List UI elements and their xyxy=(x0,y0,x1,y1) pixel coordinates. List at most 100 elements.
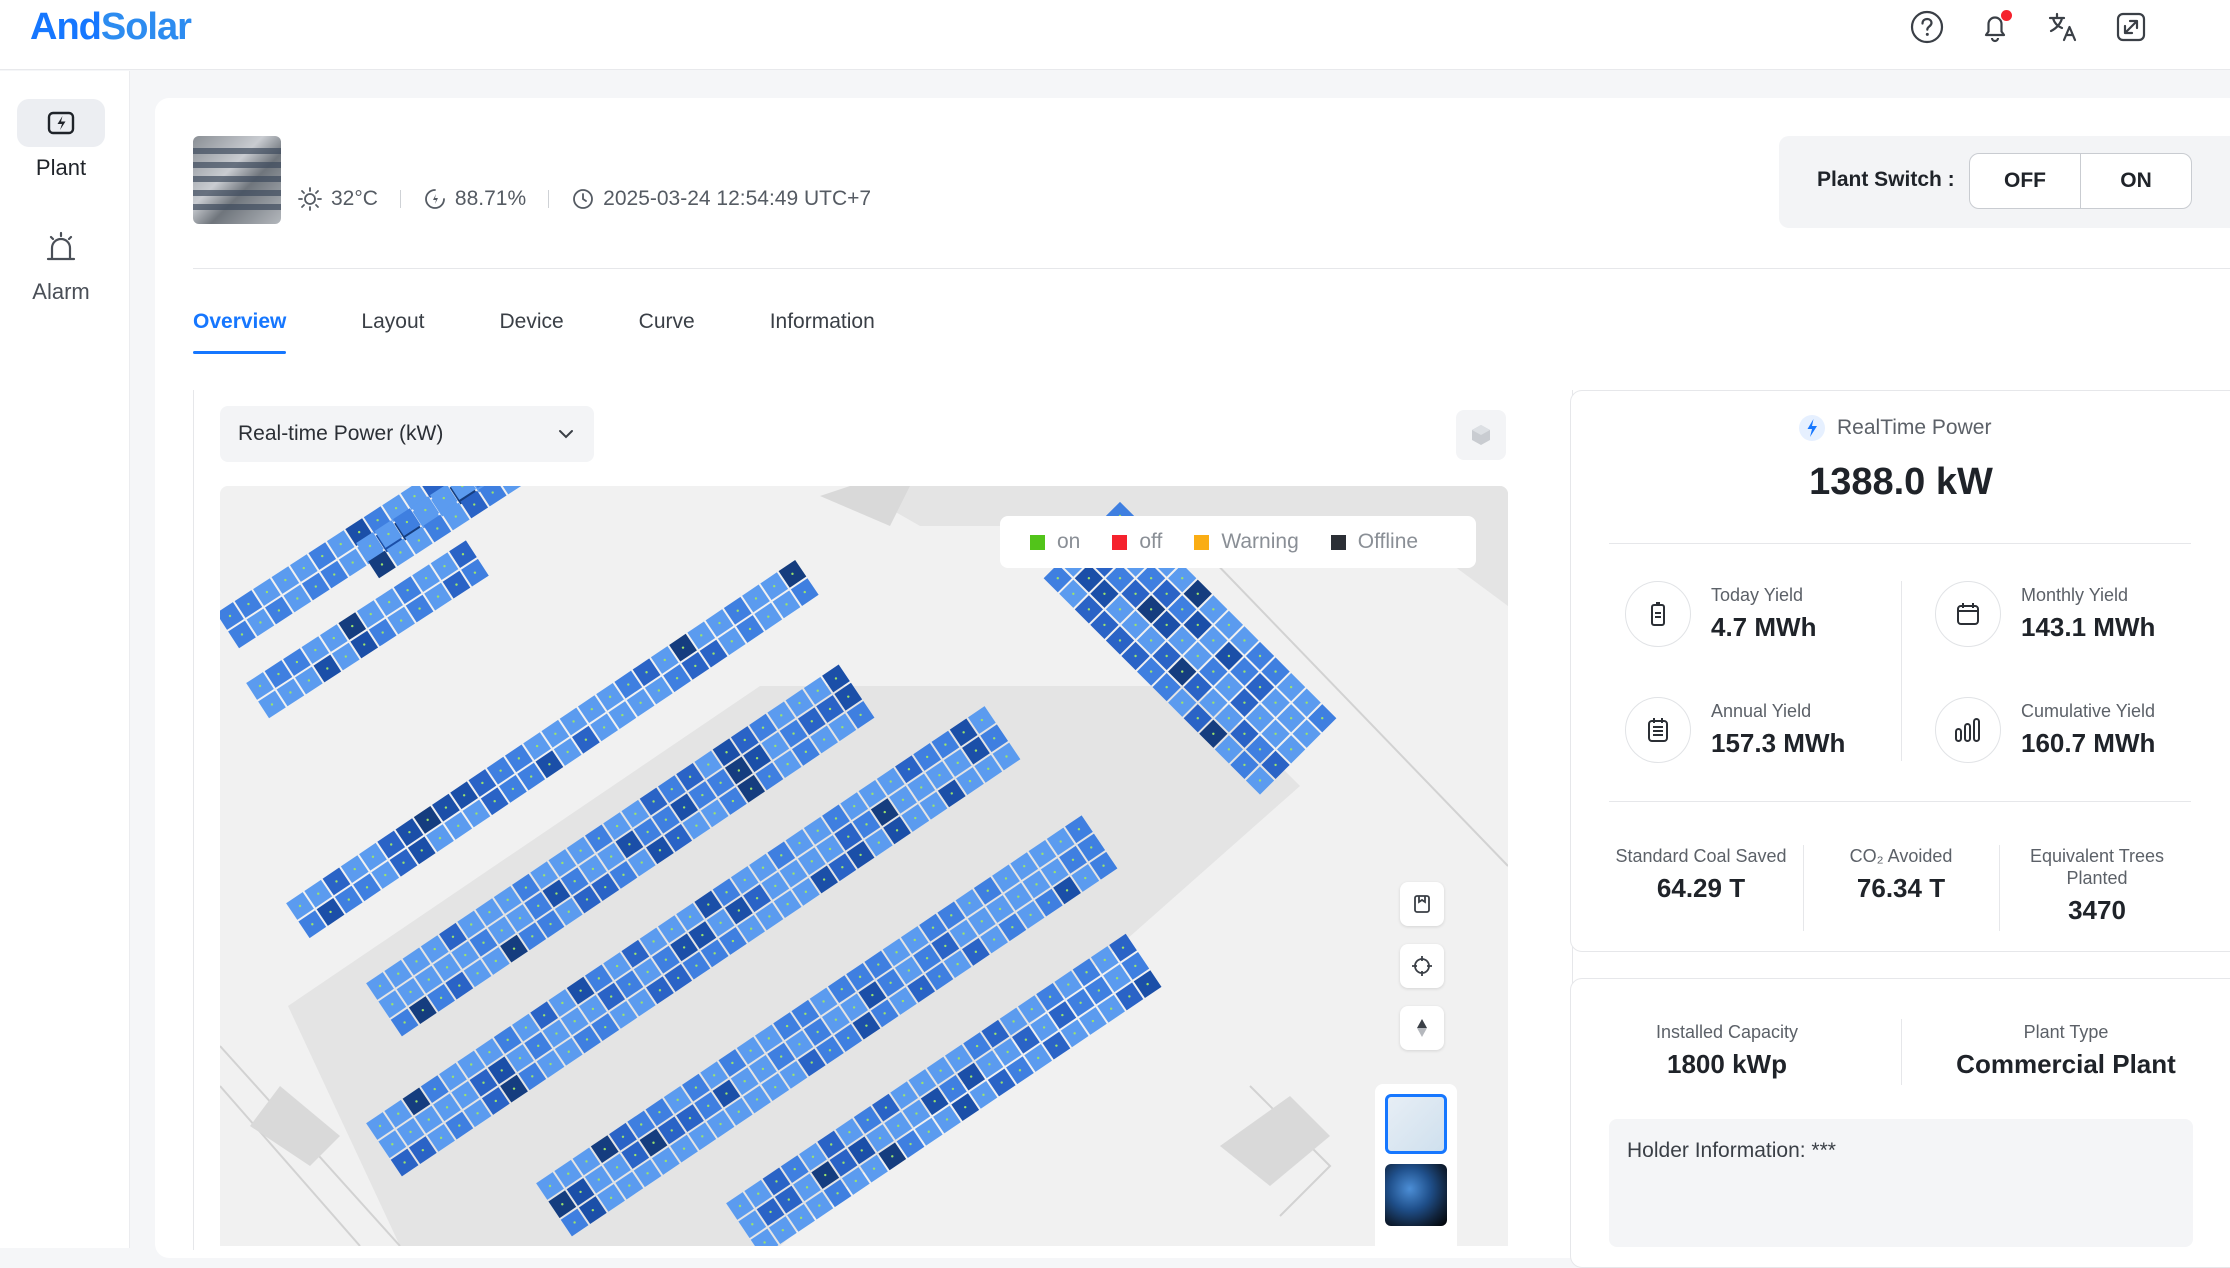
help-icon[interactable] xyxy=(1908,8,1946,46)
panel-status-dot xyxy=(788,1198,790,1200)
panel-status-dot xyxy=(1305,701,1307,703)
switch-on-button[interactable]: ON xyxy=(2080,153,2192,209)
panel-status-dot xyxy=(426,819,428,821)
panel-status-dot xyxy=(665,959,667,961)
panel-status-dot xyxy=(805,751,807,753)
sidebar-item-alarm[interactable]: Alarm xyxy=(0,223,122,305)
panel-status-dot xyxy=(782,1229,784,1231)
panel-status-dot xyxy=(634,1154,636,1156)
divider xyxy=(1901,581,1902,761)
panel-status-dot xyxy=(434,1088,436,1090)
panel-status-dot xyxy=(884,811,886,813)
panel-status-dot xyxy=(1054,871,1056,873)
panel-status-dot xyxy=(531,935,533,937)
panel-status-dot xyxy=(859,976,861,978)
panel-status-dot xyxy=(628,983,630,985)
panel-status-dot xyxy=(592,1008,594,1010)
panel-status-dot xyxy=(1110,1008,1112,1010)
tab-device[interactable]: Device xyxy=(499,310,563,354)
panel-status-dot xyxy=(938,975,940,977)
panel-status-dot xyxy=(413,495,415,497)
panel-status-dot xyxy=(871,793,873,795)
switch-off-button[interactable]: OFF xyxy=(1969,153,2081,209)
panel-status-dot xyxy=(488,911,490,913)
sidebar-item-plant[interactable]: Plant xyxy=(0,99,122,181)
bell-icon[interactable] xyxy=(1976,8,2014,46)
panel-status-dot xyxy=(981,719,983,721)
panel-status-dot xyxy=(1102,865,1104,867)
legend-swatch xyxy=(1030,535,1045,550)
panel-status-dot xyxy=(1041,853,1043,855)
panel-status-dot xyxy=(470,923,472,925)
tab-curve[interactable]: Curve xyxy=(639,310,695,354)
panel-status-dot xyxy=(780,854,782,856)
panel-status-dot xyxy=(351,561,353,563)
panel-status-dot xyxy=(994,1033,996,1035)
panel-status-dot xyxy=(543,874,545,876)
panel-status-dot xyxy=(381,631,383,633)
expand-icon[interactable] xyxy=(2112,8,2150,46)
panel-status-dot xyxy=(926,957,928,959)
panel-status-dot xyxy=(464,1094,466,1096)
panel-status-dot xyxy=(566,751,568,753)
panel-status-dot xyxy=(351,625,353,627)
tab-bar: Overview Layout Device Curve Information xyxy=(193,310,950,354)
map-compass-button[interactable] xyxy=(1400,1006,1444,1050)
panel-status-dot xyxy=(537,1045,539,1047)
panel-status-dot xyxy=(397,972,399,974)
bookmark-icon xyxy=(1411,893,1433,915)
panel-status-dot xyxy=(573,1221,575,1223)
panel-status-dot xyxy=(1259,748,1261,750)
plant-type-value: Commercial Plant xyxy=(1931,1049,2201,1080)
panel-status-dot xyxy=(707,903,709,905)
layer-map-option[interactable] xyxy=(1385,1094,1447,1154)
map-save-button[interactable] xyxy=(1400,882,1444,926)
panel-status-dot xyxy=(829,1049,831,1051)
plant-thumbnail[interactable] xyxy=(193,136,281,224)
panel-status-dot xyxy=(573,1020,575,1022)
panel-status-dot xyxy=(458,984,460,986)
panel-status-dot xyxy=(241,633,243,635)
app-logo[interactable]: AndSolar xyxy=(30,6,191,49)
panel-status-dot xyxy=(817,690,819,692)
panel-status-dot xyxy=(363,643,365,645)
panel-status-dot xyxy=(277,673,279,675)
divider xyxy=(1901,1019,1902,1085)
metric-select[interactable]: Real-time Power (kW) xyxy=(220,406,594,462)
tab-overview[interactable]: Overview xyxy=(193,310,286,354)
panel-status-dot xyxy=(800,1217,802,1219)
panel-status-dot xyxy=(750,928,752,930)
panel-status-dot xyxy=(446,966,448,968)
panel-status-dot xyxy=(1088,608,1090,610)
layer-satellite-option[interactable] xyxy=(1385,1164,1447,1226)
3d-view-button[interactable] xyxy=(1456,410,1506,460)
translate-icon[interactable] xyxy=(2044,8,2082,46)
panel-status-dot xyxy=(889,982,891,984)
plant-layout-map[interactable]: on off Warning Offline xyxy=(220,486,1508,1246)
panel-status-dot xyxy=(616,1166,618,1168)
panel-status-dot xyxy=(713,1074,715,1076)
realtime-power-title: RealTime Power xyxy=(1797,413,1991,443)
panel-status-dot xyxy=(1290,748,1292,750)
tab-layout[interactable]: Layout xyxy=(361,310,424,354)
panel-status-dot xyxy=(610,1197,612,1199)
tab-information[interactable]: Information xyxy=(770,310,875,354)
panel-status-dot xyxy=(512,788,514,790)
panel-status-dot xyxy=(944,743,946,745)
panel-status-dot xyxy=(646,831,648,833)
panel-status-dot xyxy=(572,720,574,722)
panel-status-dot xyxy=(1119,577,1121,579)
panel-status-dot xyxy=(271,703,273,705)
panel-status-dot xyxy=(932,926,934,928)
panel-status-dot xyxy=(415,1100,417,1102)
panel-status-dot xyxy=(519,1057,521,1059)
panel-status-dot xyxy=(847,695,849,697)
panel-status-dot xyxy=(896,829,898,831)
panel-status-dot xyxy=(604,1148,606,1150)
panel-status-dot xyxy=(763,1241,765,1243)
panel-status-dot xyxy=(1057,577,1059,579)
map-locate-button[interactable] xyxy=(1400,944,1444,988)
panel-status-dot xyxy=(1197,686,1199,688)
panel-status-dot xyxy=(775,1180,777,1182)
panel-status-dot xyxy=(964,1106,966,1108)
